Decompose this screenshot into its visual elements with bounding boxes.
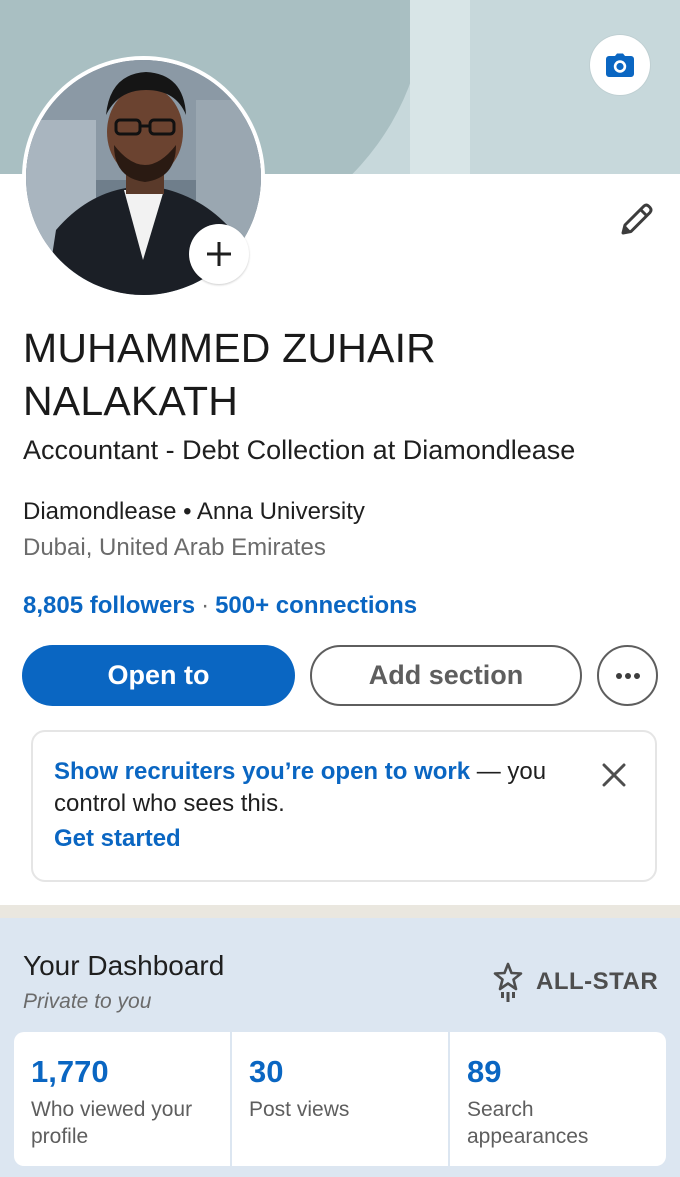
profile-headline: Accountant - Debt Collection at Diamondl… — [23, 435, 576, 465]
stat-profile-views[interactable]: 1,770 Who viewed your profile — [14, 1032, 232, 1166]
more-actions-button[interactable] — [597, 645, 658, 706]
all-star-icon — [493, 962, 523, 1002]
pencil-icon — [621, 203, 653, 235]
connections-link[interactable]: 500+ connections — [215, 592, 417, 619]
dashboard-section: Your Dashboard Private to you ALL-STAR 1… — [0, 918, 680, 1177]
org-separator: • — [183, 498, 192, 525]
stat-post-views[interactable]: 30 Post views — [232, 1032, 450, 1166]
stat-label: Search appearances — [467, 1098, 589, 1148]
camera-icon — [606, 53, 634, 77]
network-separator: · — [201, 592, 210, 619]
plus-icon — [207, 242, 231, 266]
stat-search-appearances[interactable]: 89 Search appearances — [450, 1032, 666, 1166]
open-to-work-card: Show recruiters you’re open to work — yo… — [31, 730, 657, 882]
profile-organizations: Diamondlease • Anna University — [23, 496, 365, 528]
dashboard-subtitle: Private to you — [23, 990, 152, 1013]
current-company[interactable]: Diamondlease — [23, 498, 176, 525]
cover-stripe — [410, 0, 470, 174]
profile-strength[interactable]: ALL-STAR — [492, 962, 658, 1002]
followers-link[interactable]: 8,805 followers — [23, 592, 195, 619]
profile-name: MUHAMMED ZUHAIR NALAKATH — [23, 325, 436, 424]
stat-label: Who viewed your profile — [31, 1098, 193, 1148]
open-to-work-lead[interactable]: Show recruiters you’re open to work — [54, 758, 470, 785]
open-to-work-message: Show recruiters you’re open to work — yo… — [54, 756, 584, 820]
education-school[interactable]: Anna University — [197, 498, 365, 525]
ellipsis-icon — [615, 672, 640, 679]
dismiss-card-button[interactable] — [599, 760, 629, 790]
close-icon — [602, 763, 626, 787]
dashboard-stats: 1,770 Who viewed your profile 30 Post vi… — [14, 1032, 666, 1166]
edit-cover-button[interactable] — [590, 35, 650, 95]
network-summary: 8,805 followers · 500+ connections — [23, 590, 417, 622]
edit-intro-button[interactable] — [610, 196, 660, 246]
profile-strength-label: ALL-STAR — [536, 968, 659, 995]
stat-label: Post views — [249, 1098, 350, 1121]
stat-value: 89 — [467, 1054, 502, 1089]
stat-value: 1,770 — [31, 1054, 109, 1089]
dashboard-title: Your Dashboard — [23, 950, 225, 981]
stat-value: 30 — [249, 1054, 284, 1089]
get-started-link[interactable]: Get started — [54, 823, 181, 855]
open-to-button[interactable]: Open to — [22, 645, 295, 706]
profile-location: Dubai, United Arab Emirates — [23, 534, 326, 561]
add-section-button[interactable]: Add section — [310, 645, 582, 706]
section-divider — [0, 905, 680, 918]
add-photo-button[interactable] — [189, 224, 249, 284]
